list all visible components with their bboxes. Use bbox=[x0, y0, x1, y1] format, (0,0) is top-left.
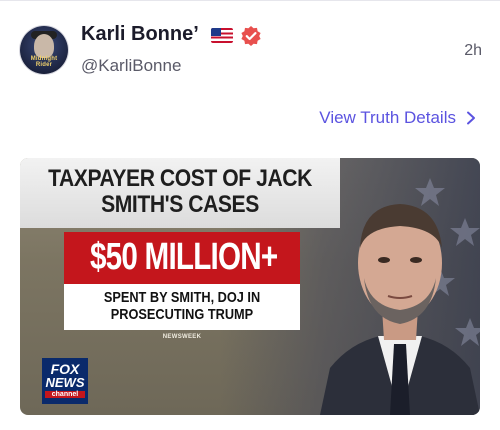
fox-news-logo: FOX NEWS channel bbox=[42, 358, 88, 404]
logo-line-2: NEWS bbox=[45, 375, 85, 390]
subtext: SPENT BY SMITH, DOJ IN PROSECUTING TRUMP bbox=[103, 289, 261, 323]
avatar-figure bbox=[34, 34, 54, 58]
top-divider bbox=[0, 0, 500, 1]
amount-text: $50 MILLION+ bbox=[89, 236, 278, 278]
subtext-box: SPENT BY SMITH, DOJ IN PROSECUTING TRUMP bbox=[64, 284, 300, 330]
person-photo bbox=[320, 204, 480, 415]
headline-text: TAXPAYER COST OF JACK SMITH'S CASES bbox=[48, 165, 312, 218]
post-media-image[interactable]: TAXPAYER COST OF JACK SMITH'S CASES $50 … bbox=[20, 158, 480, 415]
source-label: NEWSWEEK bbox=[162, 334, 202, 340]
user-handle[interactable]: @KarliBonne bbox=[81, 56, 181, 76]
us-flag-icon bbox=[211, 28, 233, 43]
logo-line-3: channel bbox=[45, 391, 85, 398]
post-timestamp: 2h bbox=[464, 42, 482, 59]
headline-band: TAXPAYER COST OF JACK SMITH'S CASES bbox=[20, 158, 340, 228]
view-truth-details-label: View Truth Details bbox=[319, 108, 456, 127]
post-header: Midnight Rider Karli Bonne’ @KarliBonne … bbox=[20, 22, 482, 84]
verified-badge-icon bbox=[241, 26, 261, 46]
avatar-caption: Midnight Rider bbox=[30, 56, 58, 68]
view-truth-details-link[interactable]: View Truth Details bbox=[319, 108, 476, 128]
display-name[interactable]: Karli Bonne’ bbox=[81, 23, 199, 46]
chevron-right-icon bbox=[467, 111, 475, 125]
avatar[interactable]: Midnight Rider bbox=[20, 26, 68, 74]
amount-box: $50 MILLION+ bbox=[64, 232, 300, 284]
